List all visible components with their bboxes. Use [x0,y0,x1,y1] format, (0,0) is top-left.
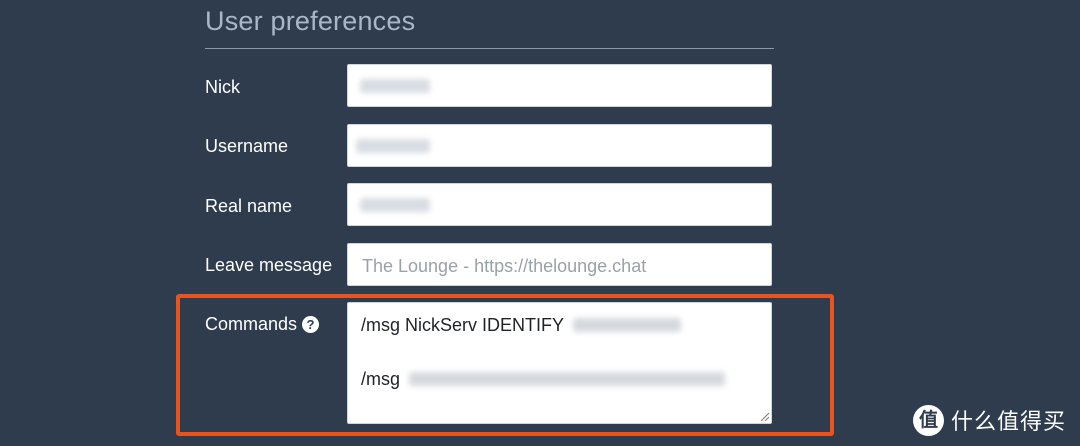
username-input[interactable] [347,124,772,167]
realname-input[interactable] [347,183,772,226]
username-label: Username [205,136,289,156]
redacted-value [356,139,430,153]
user-preferences-page: User preferences Nick Username Real name… [0,0,1080,446]
nick-input[interactable] [347,64,772,107]
leave-message-label: Leave message [205,255,333,275]
leave-message-input[interactable]: The Lounge - https://thelounge.chat [347,243,772,286]
title-divider [205,48,774,49]
watermark-text: 什么值得买 [950,410,1066,435]
highlight-annotation [176,294,834,436]
watermark-logo-icon [912,404,944,436]
watermark: 什么值得买 [912,404,1066,436]
redacted-value [360,198,430,212]
nick-label: Nick [205,77,240,97]
redacted-value [360,79,430,93]
section-title: User preferences [205,6,416,36]
realname-label: Real name [205,196,293,216]
leave-message-placeholder: The Lounge - https://thelounge.chat [362,256,647,276]
